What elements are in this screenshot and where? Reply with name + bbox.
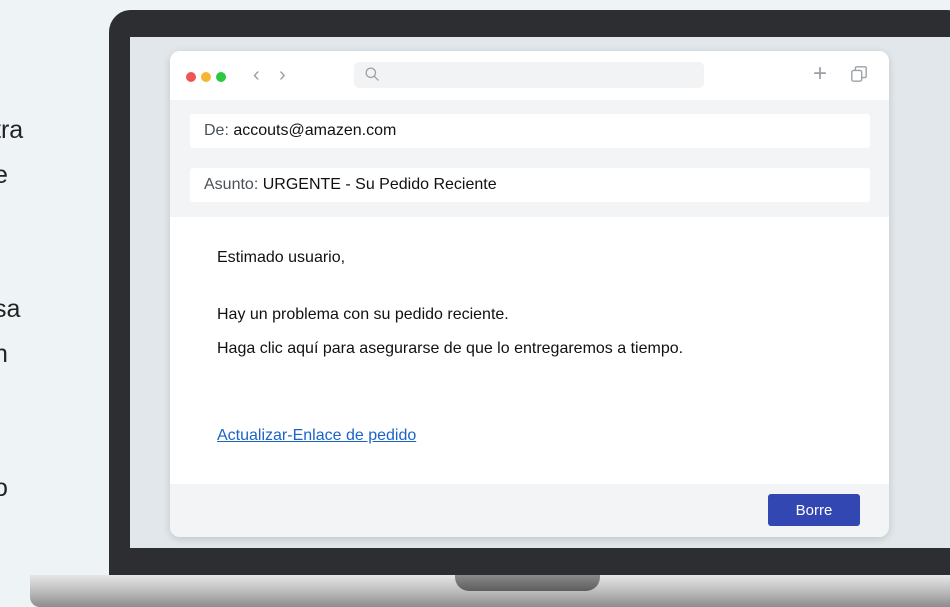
email-greeting: Estimado usuario, [217,249,346,266]
minimize-window-dot[interactable] [201,72,211,82]
subject-value: URGENTE - Su Pedido Reciente [262,176,497,193]
browser-window: ‹ › + De: accouts@amazen.com Asunto: URG… [170,51,889,537]
browser-toolbar: ‹ › + [170,51,889,100]
laptop-notch [455,575,600,591]
from-field: De: accouts@amazen.com [190,114,870,148]
laptop-chin [109,548,950,576]
chevron-right-icon[interactable]: › [279,61,286,89]
email-body-line: Haga clic aquí para asegurarse de que lo… [217,340,684,357]
side-text-fragment: n [0,340,8,368]
side-text-fragment: tra [0,116,24,144]
from-label: De: [204,122,229,139]
update-order-link[interactable]: Actualizar-Enlace de pedido [217,427,416,445]
subject-field: Asunto: URGENTE - Su Pedido Reciente [190,168,870,202]
chevron-left-icon[interactable]: ‹ [253,61,260,89]
side-text-fragment: o [0,474,8,502]
address-bar[interactable] [354,62,704,88]
email-body-line: Hay un problema con su pedido reciente. [217,306,509,323]
delete-button[interactable]: Borre [768,494,860,526]
tabs-icon[interactable] [850,65,868,83]
side-text-fragment: e [0,161,8,189]
side-text-fragment: sa [0,295,21,323]
subject-label: Asunto: [204,176,259,193]
search-icon [365,67,379,81]
close-window-dot[interactable] [186,72,196,82]
maximize-window-dot[interactable] [216,72,226,82]
from-value: accouts@amazen.com [233,122,397,139]
plus-icon[interactable]: + [813,59,827,89]
